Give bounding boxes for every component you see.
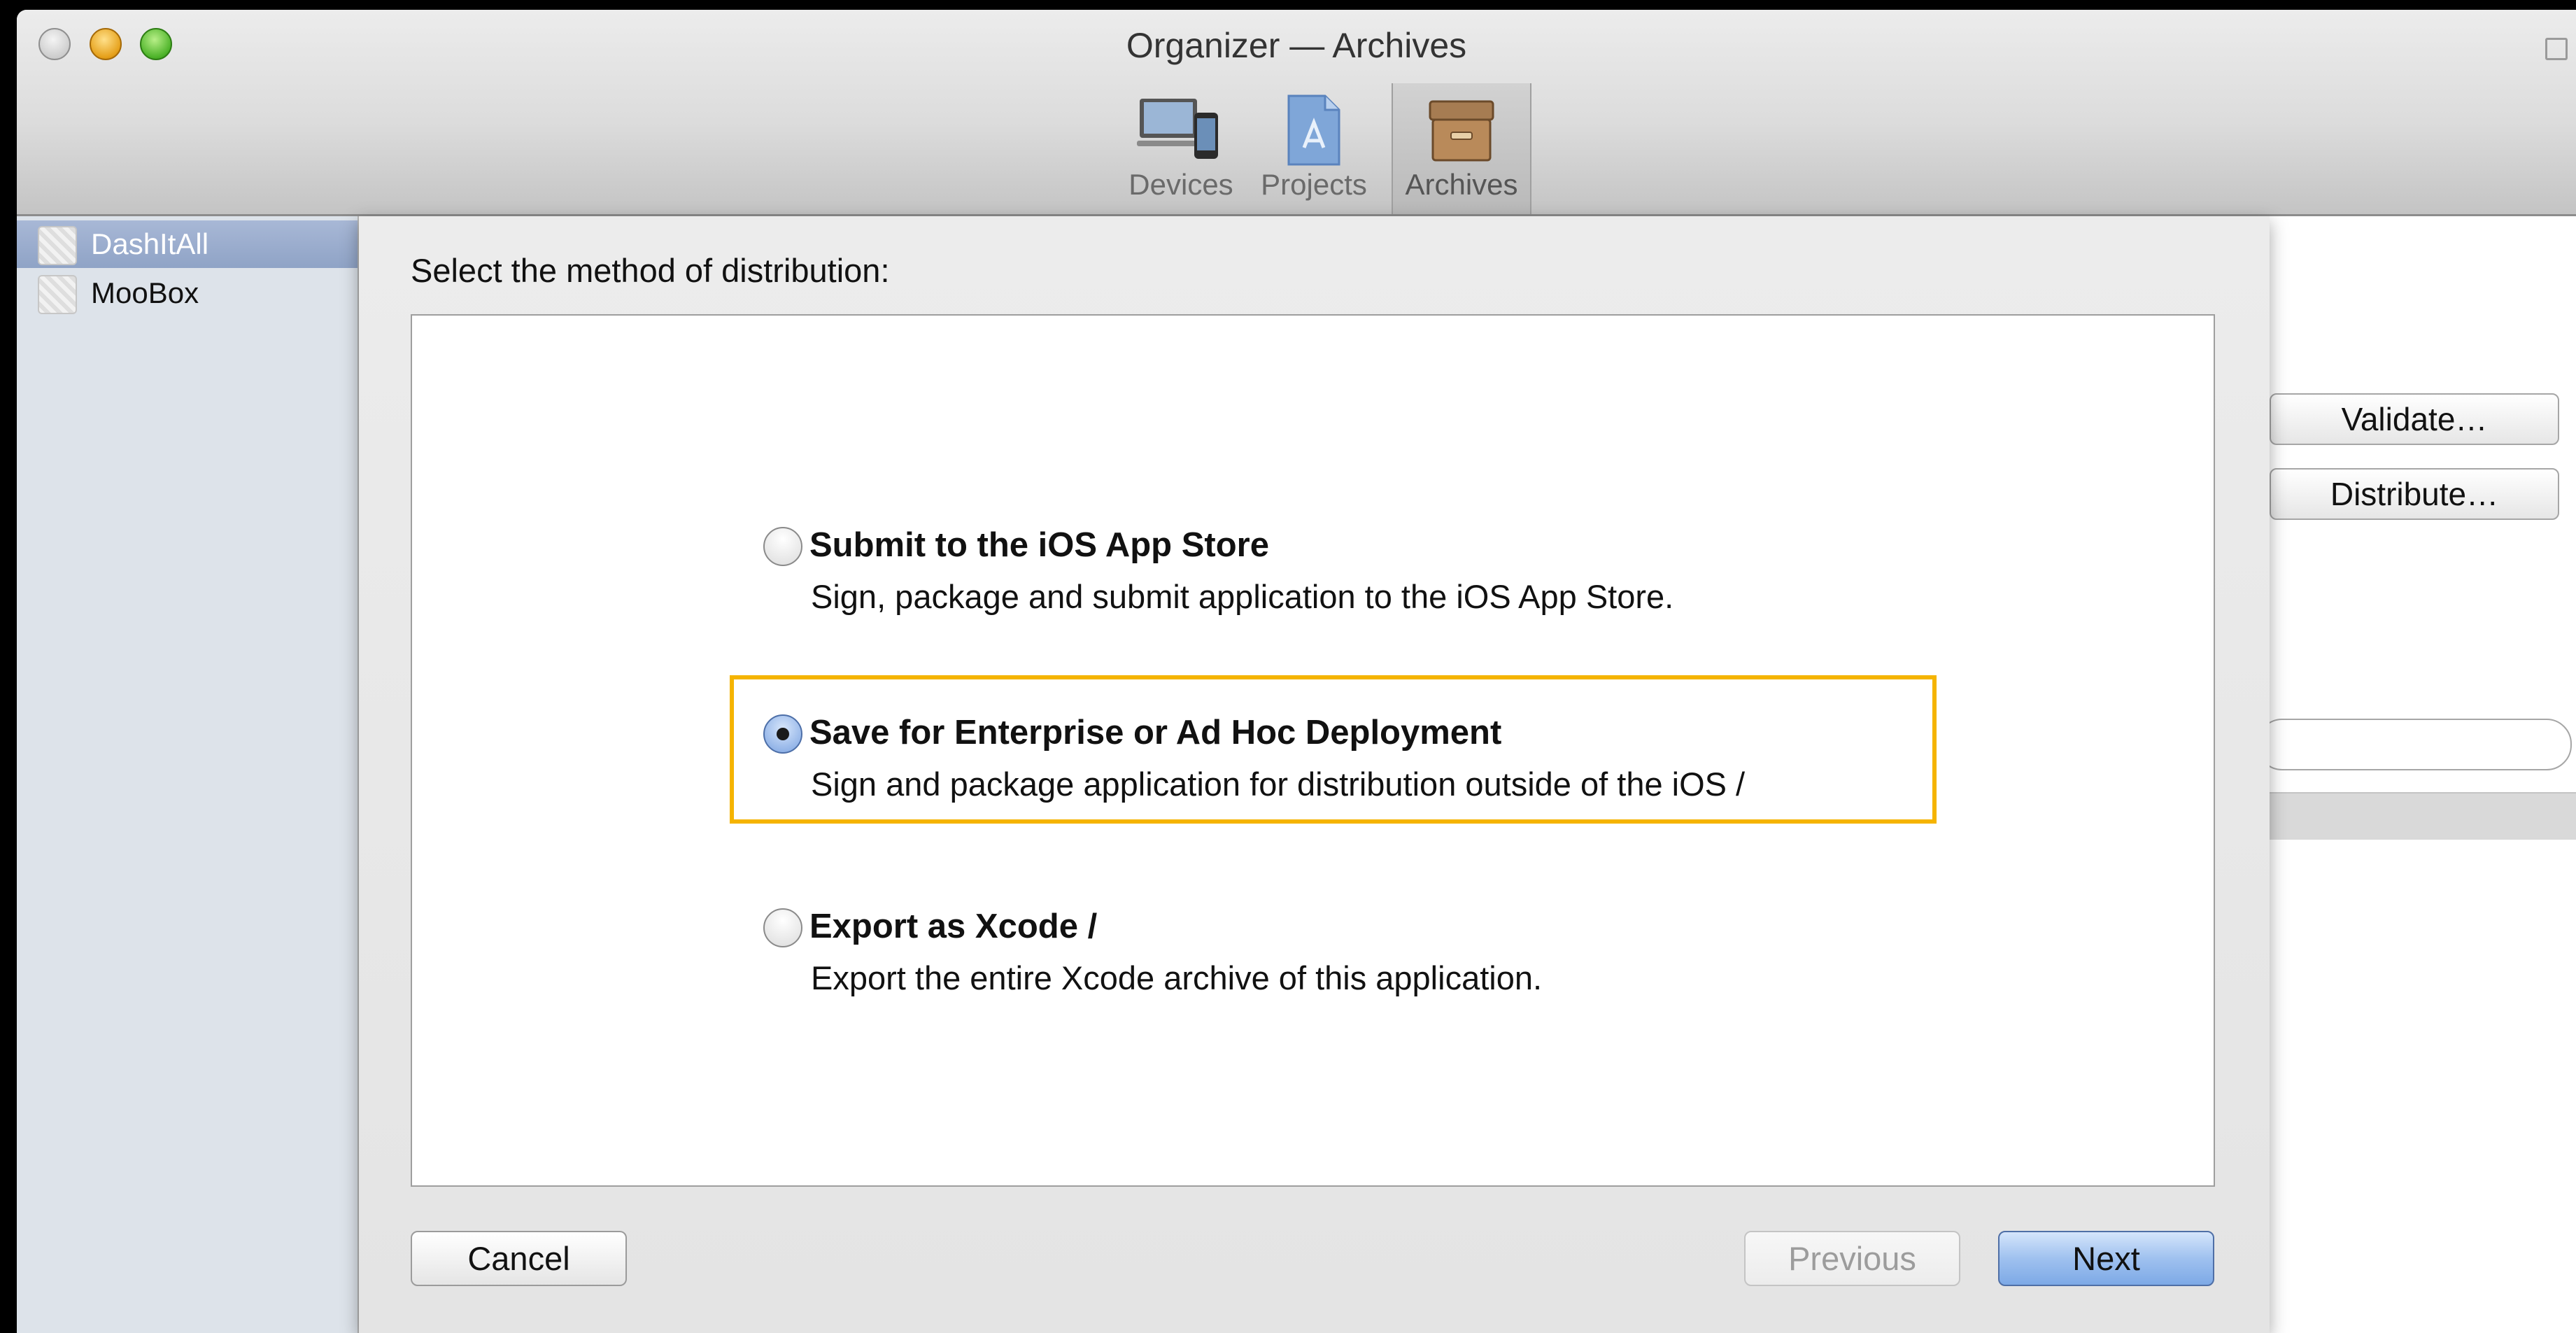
toolbar-archives-label: Archives — [1405, 168, 1518, 201]
cancel-button[interactable]: Cancel — [411, 1231, 627, 1286]
option-description: Sign, package and submit application to … — [811, 578, 1674, 615]
submit-app-store-radio[interactable] — [763, 527, 802, 566]
option-description: Export the entire Xcode archive of this … — [811, 959, 1543, 996]
archive-detail-pane — [2270, 216, 2576, 1333]
sidebar-item-label: DashItAll — [91, 227, 209, 260]
sidebar-item-label: MooBox — [91, 276, 199, 309]
screen: Organizer — Archives Devices Projects Ar… — [0, 0, 2576, 1333]
projects-icon — [1287, 94, 1340, 166]
toolbar-projects[interactable]: Projects — [1250, 83, 1378, 214]
toolbar-projects-label: Projects — [1261, 168, 1367, 201]
next-button[interactable]: Next — [1998, 1231, 2214, 1286]
distribute-button[interactable]: Distribute… — [2270, 468, 2559, 520]
devices-icon — [1137, 99, 1218, 159]
archives-icon — [1429, 100, 1494, 162]
app-icon — [38, 226, 77, 265]
previous-button[interactable]: Previous — [1744, 1231, 1960, 1286]
sidebar-item-dashitall[interactable]: DashItAll — [17, 220, 358, 268]
app-icon — [38, 275, 77, 314]
toolbar-devices-label: Devices — [1128, 168, 1233, 201]
titlebar: Organizer — Archives Devices Projects Ar… — [17, 10, 2576, 216]
option-title: Export as Xcode / — [809, 908, 1098, 945]
sidebar-item-moobox[interactable]: MooBox — [17, 269, 358, 317]
search-field[interactable] — [2257, 719, 2572, 770]
sheet-title: Select the method of distribution: — [411, 252, 890, 289]
organizer-window: Organizer — Archives Devices Projects Ar… — [17, 10, 2576, 1333]
validate-button[interactable]: Validate… — [2270, 393, 2559, 445]
option-title: Submit to the iOS App Store — [809, 526, 1269, 564]
window-title: Organizer — Archives — [1126, 26, 1467, 65]
toolbar-archives[interactable]: Archives — [1392, 83, 1531, 214]
toolbar-devices[interactable]: Devices — [1117, 83, 1245, 214]
selected-option-highlight — [730, 675, 1937, 824]
fullscreen-icon[interactable] — [2545, 38, 2568, 60]
pane-header-bar — [2270, 792, 2576, 840]
sidebar: DashItAll MooBox — [17, 216, 359, 1333]
export-xcode-radio[interactable] — [763, 908, 802, 947]
